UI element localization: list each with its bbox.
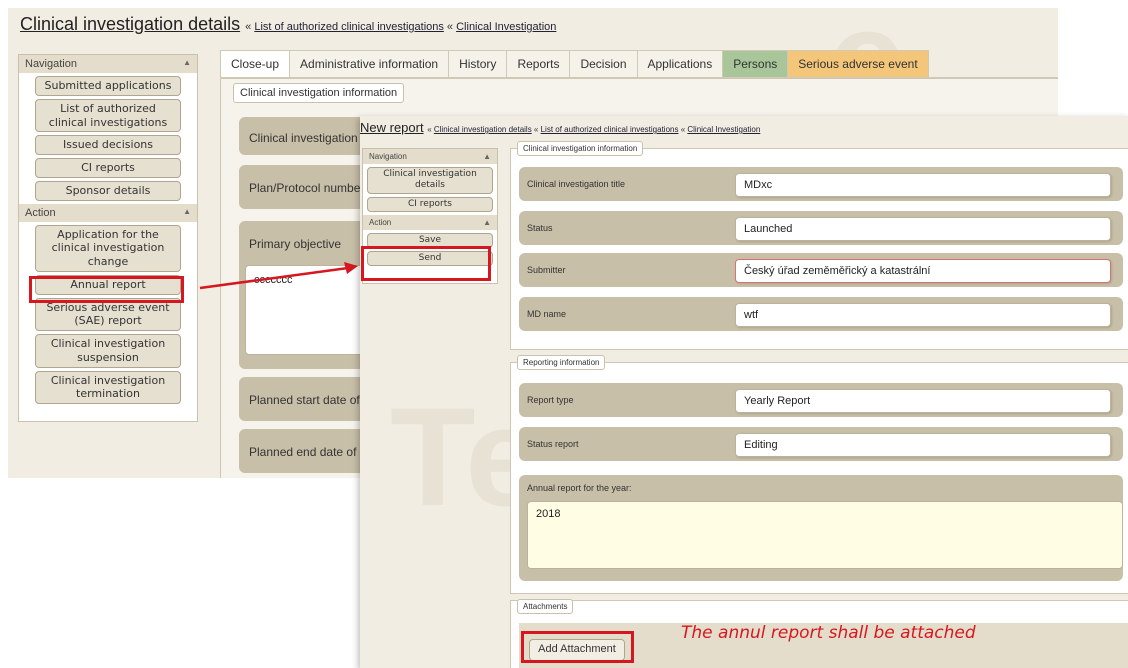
tab-close-up[interactable]: Close-up (220, 50, 291, 77)
annotation-note: The annul report shall be attached (681, 623, 976, 643)
submitter-field[interactable]: Český úřad zeměměřický a katastrální (735, 259, 1111, 283)
breadcrumb: « Clinical investigation details « List … (427, 125, 761, 134)
field-label: Planned start date of (249, 393, 360, 407)
arrow-icon (199, 262, 358, 290)
field-label: Report type (527, 395, 574, 405)
sidebar-item-ci-details[interactable]: Clinical investigation details (367, 167, 493, 194)
page-title: New report (360, 120, 424, 135)
ci-information-panel: Clinical investigation information Clini… (510, 141, 1128, 350)
send-highlight (361, 246, 491, 281)
field-label: Submitter (527, 265, 566, 275)
annual-report-highlight (29, 276, 184, 303)
field-row: Report type Yearly Report (519, 383, 1123, 417)
page-title-area: Clinical investigation details « List of… (20, 14, 556, 35)
page-title: Clinical investigation details (20, 14, 241, 34)
breadcrumb: « List of authorized clinical investigat… (245, 21, 557, 33)
collapse-icon: ▲ (183, 206, 191, 216)
navigation-header[interactable]: Navigation ▲ (19, 55, 197, 73)
new-report-window: Te New report « Clinical investigation d… (360, 116, 1128, 668)
field-label: Annual report for the year: (527, 483, 632, 493)
status-report-field[interactable]: Editing (735, 433, 1111, 457)
section-label: Clinical investigation information (517, 141, 644, 156)
field-label: Clinical investigation (249, 131, 358, 145)
tab-reports[interactable]: Reports (506, 50, 571, 77)
field-label: MD name (527, 309, 567, 319)
report-type-select[interactable]: Yearly Report (735, 389, 1111, 413)
action-header[interactable]: Action ▲ (363, 214, 497, 230)
navigation-header[interactable]: Navigation ▲ (363, 149, 497, 164)
field-row: Clinical investigation title MDxc (519, 167, 1123, 201)
field-row: Annual report for the year: 2018 (519, 475, 1123, 581)
tab-bar: Close-up Administrative information Hist… (220, 50, 1058, 78)
sidebar-item-issued-decisions[interactable]: Issued decisions (35, 135, 181, 155)
sidebar-item-submitted-applications[interactable]: Submitted applications (35, 76, 181, 96)
tab-history[interactable]: History (448, 50, 508, 77)
field-row: Submitter Český úřad zeměměřický a katas… (519, 253, 1123, 287)
collapse-icon: ▲ (183, 58, 191, 67)
sidebar-item-authorized-investigations[interactable]: List of authorized clinical investigatio… (35, 98, 181, 133)
collapse-icon: ▲ (483, 152, 491, 161)
sidebar: Navigation ▲ Submitted applications List… (18, 54, 198, 422)
tab-applications[interactable]: Applications (636, 50, 724, 77)
sidebar-item-suspension[interactable]: Clinical investigation suspension (35, 334, 181, 368)
field-label: Status (527, 223, 553, 233)
navigation-label: Navigation (25, 58, 77, 70)
add-attachment-highlight (521, 631, 634, 663)
breadcrumb-link[interactable]: Clinical investigation details (434, 125, 532, 134)
breadcrumb-link[interactable]: List of authorized clinical investigatio… (254, 21, 444, 33)
field-label: Plan/Protocol numbe (249, 181, 361, 195)
tab-serious-adverse-event[interactable]: Serious adverse event (787, 50, 929, 77)
reporting-information-panel: Reporting information Report type Yearly… (510, 355, 1128, 594)
field-label: Status report (527, 439, 579, 449)
ci-title-field[interactable]: MDxc (735, 173, 1111, 197)
action-header[interactable]: Action ▲ (19, 203, 197, 222)
field-label: Planned end date of (249, 445, 357, 459)
field-row: MD name wtf (519, 297, 1123, 331)
field-row: Status report Editing (519, 427, 1123, 461)
breadcrumb-link[interactable]: List of authorized clinical investigatio… (541, 125, 679, 134)
annual-report-year-value: 2018 (536, 508, 561, 520)
tab-persons[interactable]: Persons (722, 50, 789, 77)
section-label: Attachments (517, 599, 574, 614)
status-field[interactable]: Launched (735, 217, 1111, 241)
sidebar-item-ci-reports[interactable]: CI reports (35, 158, 181, 178)
tab-decision[interactable]: Decision (569, 50, 638, 77)
breadcrumb-link[interactable]: Clinical Investigation (687, 125, 760, 134)
navigation-label: Navigation (369, 152, 407, 161)
sidebar-item-termination[interactable]: Clinical investigation termination (35, 370, 181, 404)
action-label: Action (25, 206, 56, 219)
page-title-area: New report « Clinical investigation deta… (360, 120, 760, 135)
section-label: Clinical investigation information (233, 83, 405, 103)
sidebar-item-change-application[interactable]: Application for the clinical investigati… (35, 224, 181, 272)
md-name-field[interactable]: wtf (735, 303, 1111, 327)
field-label: Primary objective (249, 237, 342, 251)
breadcrumb-link[interactable]: Clinical Investigation (456, 21, 556, 33)
sidebar-item-sponsor-details[interactable]: Sponsor details (35, 180, 181, 201)
annual-report-year-input[interactable]: 2018 (527, 501, 1123, 569)
collapse-icon: ▲ (483, 217, 491, 227)
field-row: Status Launched (519, 211, 1123, 245)
attachments-panel: Attachments Add Attachment The annul rep… (510, 599, 1128, 668)
section-label: Reporting information (517, 355, 606, 370)
sidebar-item-ci-reports[interactable]: CI reports (367, 196, 493, 212)
action-label: Action (369, 217, 392, 227)
tab-administrative-information[interactable]: Administrative information (289, 50, 450, 77)
field-label: Clinical investigation title (527, 179, 626, 189)
